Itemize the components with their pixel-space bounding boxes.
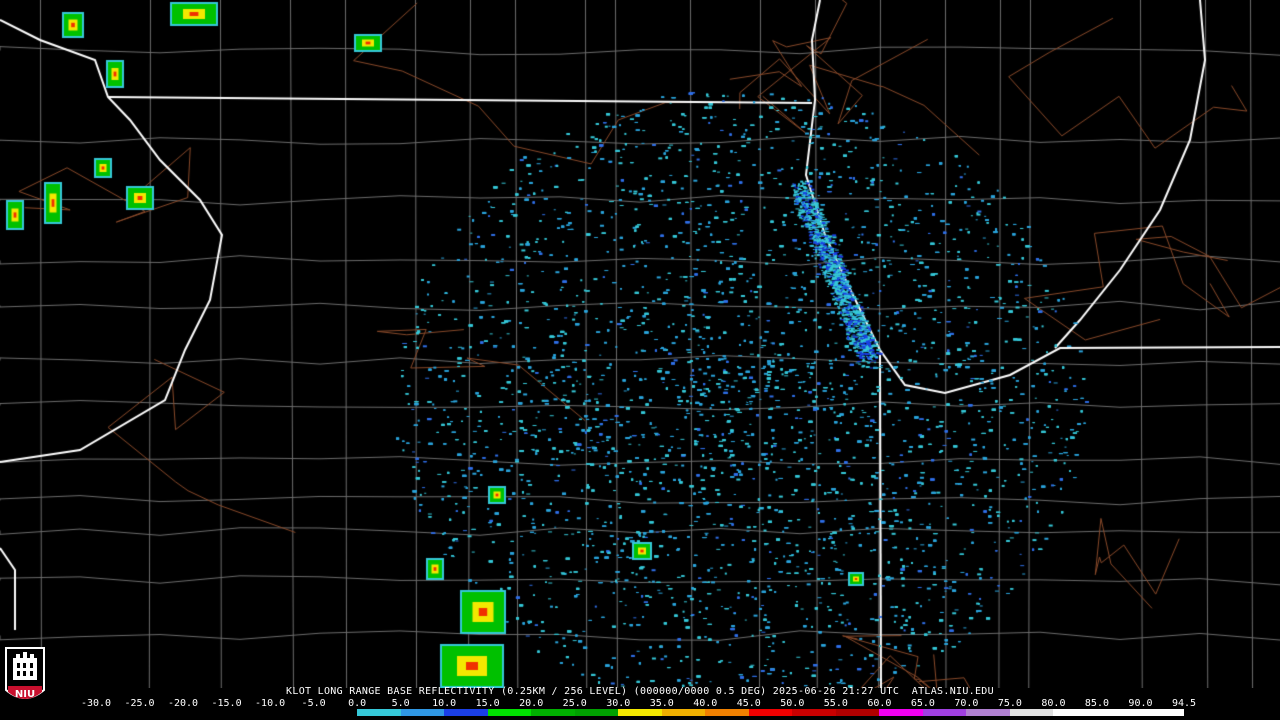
colorbar-segment [139, 709, 184, 716]
colorbar-segment [183, 709, 227, 716]
colorbar-segment [96, 709, 140, 716]
legend-label: 30.0 [606, 698, 631, 709]
legend-label: 50.0 [780, 698, 805, 709]
legend-label: 60.0 [867, 698, 892, 709]
colorbar-segment [226, 709, 271, 716]
legend-label: 55.0 [823, 698, 848, 709]
colorbar-segment [1053, 709, 1097, 716]
colorbar-segment [661, 709, 706, 716]
colorbar-segment [966, 709, 1010, 716]
colorbar-segment [748, 709, 793, 716]
legend-label: -20.0 [167, 698, 199, 709]
colorbar-segment [313, 709, 358, 716]
colorbar-segment [487, 709, 532, 716]
legend-label: -5.0 [301, 698, 326, 709]
legend-label: 45.0 [736, 698, 761, 709]
radar-map-view: NIU KLOT LONG RANGE BASE REFLECTIVITY (0… [0, 0, 1280, 720]
colorbar-segment [1096, 709, 1141, 716]
colorbar-segment [400, 709, 445, 716]
colorbar-segment [531, 709, 575, 716]
colorbar-segment [270, 709, 314, 716]
colorbar-segment [1009, 709, 1054, 716]
legend-label: 0.0 [348, 698, 367, 709]
colorbar-segment [835, 709, 880, 716]
legend-label: 20.0 [519, 698, 544, 709]
legend-label: 65.0 [910, 698, 935, 709]
colorbar-segment [792, 709, 836, 716]
colorbar-segment [574, 709, 619, 716]
map-caption: KLOT LONG RANGE BASE REFLECTIVITY (0.25K… [286, 686, 994, 697]
reflectivity-colorbar [96, 709, 1184, 716]
colorbar-segment [1140, 709, 1184, 716]
colorbar-segment [618, 709, 662, 716]
legend-label: 10.0 [432, 698, 457, 709]
legend-label: 35.0 [649, 698, 674, 709]
colorbar-segment [444, 709, 488, 716]
legend-label: 40.0 [693, 698, 718, 709]
legend-labels: -30.0 -25.0 -20.0 -15.0 -10.0 -5.0 0.0 5.0 10.0 1… [81, 698, 1197, 709]
legend-label: 75.0 [997, 698, 1022, 709]
legend-label: -15.0 [211, 698, 242, 709]
legend-label: 90.0 [1128, 698, 1153, 709]
colorbar-segment [357, 709, 401, 716]
legend-label: -25.0 [124, 698, 155, 709]
legend-label: 94.5 [1171, 698, 1197, 709]
legend-label: -30.0 [80, 698, 112, 709]
colorbar-segment [879, 709, 923, 716]
legend-label: 70.0 [954, 698, 979, 709]
colorbar-segment [922, 709, 967, 716]
legend-label: 5.0 [391, 698, 410, 709]
legend-label: 80.0 [1041, 698, 1066, 709]
radar-reflectivity-map[interactable] [0, 0, 1280, 688]
legend-label: -10.0 [255, 698, 286, 709]
legend-label: 15.0 [475, 698, 500, 709]
niu-logo: NIU [5, 647, 45, 700]
colorbar-segment [705, 709, 749, 716]
legend-label: 85.0 [1084, 698, 1109, 709]
legend-label: 25.0 [562, 698, 587, 709]
